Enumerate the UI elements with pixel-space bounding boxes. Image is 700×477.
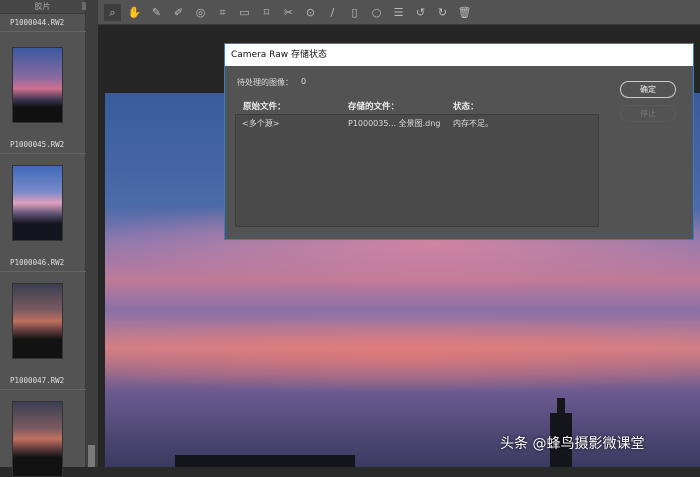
column-source: 原始文件： (243, 102, 286, 112)
stop-button[interactable]: 停止 (620, 105, 676, 122)
saved-cell: P1000035... 全景图.dng (348, 119, 441, 128)
zoom-icon[interactable]: ⌕ (104, 3, 121, 21)
ok-button[interactable]: 确定 (620, 81, 676, 98)
scrollbar-thumb[interactable] (88, 445, 95, 467)
filmstrip-item[interactable]: P1000045.RW2 (0, 136, 86, 154)
column-saved: 存储的文件： (348, 102, 400, 112)
white-balance-icon[interactable]: ✎ (148, 4, 165, 21)
filmstrip-item[interactable]: P1000047.RW2 (0, 372, 86, 390)
column-status: 状态： (453, 102, 479, 112)
trash-icon[interactable]: 🗑 (456, 4, 473, 21)
status-cell: 内存不足。 (453, 119, 493, 128)
status-list[interactable]: <多个源> P1000035... 全景图.dng 内存不足。 (235, 114, 599, 227)
filmstrip-panel: 胶片 P1000044.RW2 P1000045.RW2 P1000046.RW… (0, 0, 86, 477)
source-cell: <多个源> (242, 119, 280, 128)
straighten-icon[interactable]: ▭ (236, 4, 253, 21)
toolbar: ⌕ ✋ ✎ ✐ ◎ ⌗ ▭ ⌑ ✂ ⊙ / ▯ ○ ☰ ↺ ↻ 🗑 (98, 0, 700, 25)
filmstrip-item[interactable]: P1000046.RW2 (0, 254, 86, 272)
filmstrip-item[interactable]: P1000044.RW2 (0, 14, 86, 32)
thumbnail[interactable] (12, 47, 63, 123)
pending-label: 待处理的图像： (237, 78, 293, 87)
save-status-dialog: Camera Raw 存储状态 待处理的图像： 0 原始文件： 存储的文件： 状… (224, 43, 694, 240)
red-eye-icon[interactable]: ⊙ (302, 4, 319, 21)
filename: P1000047.RW2 (0, 372, 86, 390)
radial-filter-icon[interactable]: ○ (368, 4, 385, 21)
hand-icon[interactable]: ✋ (126, 4, 143, 21)
rotate-right-icon[interactable]: ↻ (434, 4, 451, 21)
preferences-icon[interactable]: ☰ (390, 4, 407, 21)
dialog-title: Camera Raw 存储状态 (225, 44, 693, 66)
filmstrip-title: 胶片 (0, 0, 85, 14)
transform-icon[interactable]: ⌑ (258, 4, 275, 21)
thumbnail[interactable] (12, 283, 63, 359)
pending-value: 0 (301, 77, 307, 86)
filmstrip-scrollbar[interactable] (86, 0, 98, 467)
thumbnail[interactable] (12, 165, 63, 241)
filename: P1000046.RW2 (0, 254, 86, 272)
watermark: 头条 @蜂鸟摄影微课堂 (500, 436, 645, 452)
adjustment-brush-icon[interactable]: / (324, 4, 341, 21)
targeted-adjustment-icon[interactable]: ◎ (192, 4, 209, 21)
crop-icon[interactable]: ⌗ (214, 4, 231, 21)
spot-removal-icon[interactable]: ✂ (280, 4, 297, 21)
filename: P1000045.RW2 (0, 136, 86, 154)
filename: P1000044.RW2 (0, 14, 86, 32)
color-sampler-icon[interactable]: ✐ (170, 4, 187, 21)
thumbnail[interactable] (12, 401, 63, 477)
graduated-filter-icon[interactable]: ▯ (346, 4, 363, 21)
rotate-left-icon[interactable]: ↺ (412, 4, 429, 21)
